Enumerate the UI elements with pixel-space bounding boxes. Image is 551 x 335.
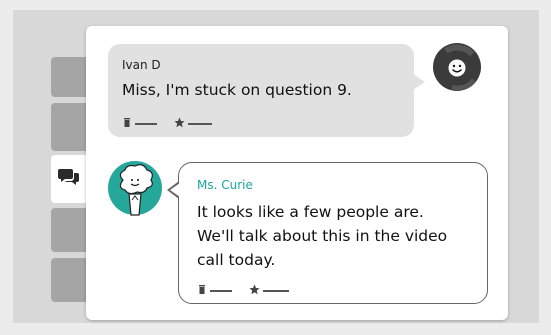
star-icon[interactable] (249, 284, 260, 295)
cartoon-person-avatar-icon[interactable] (107, 160, 163, 216)
message-text-line: call today. (197, 251, 276, 269)
student-message-bubble: Ivan D Miss, I'm stuck on question 9. (108, 44, 425, 137)
message-actions (197, 284, 307, 296)
message-text-line: We'll talk about this in the video (197, 227, 448, 245)
delete-count-line (210, 290, 232, 292)
message-text: Miss, I'm stuck on question 9. (122, 81, 352, 99)
delete-icon[interactable] (197, 284, 208, 295)
star-icon[interactable] (174, 117, 185, 128)
teacher-message-bubble: Ms. Curie It looks like a few people are… (167, 162, 488, 304)
delete-count-line (135, 123, 157, 125)
message-sender: Ms. Curie (197, 178, 253, 192)
message-sender: Ivan D (122, 58, 161, 72)
star-count-line (188, 123, 212, 125)
star-count-line (263, 290, 289, 292)
chat-bubbles-icon (58, 169, 79, 185)
message-text-line: It looks like a few people are. (197, 203, 424, 221)
smiley-face-avatar-icon[interactable] (432, 42, 482, 92)
message-actions (122, 117, 232, 129)
delete-icon[interactable] (122, 117, 133, 128)
